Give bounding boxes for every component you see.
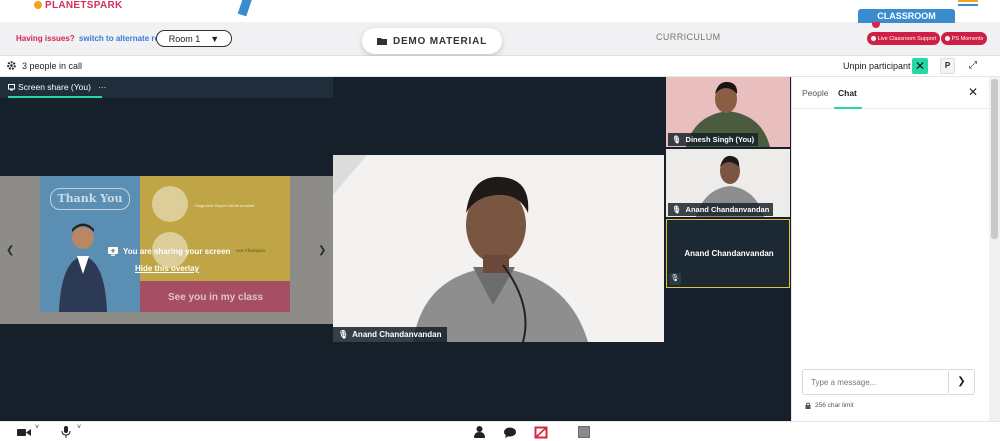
mic-options-chevron-icon[interactable]: ˅ [77, 424, 81, 431]
send-icon[interactable]: ❯ [949, 369, 975, 395]
gear-icon[interactable] [6, 60, 17, 71]
room-select-value: Room 1 [168, 33, 201, 44]
live-support-button[interactable]: Live Classroom Support [867, 32, 940, 45]
screen-share-header: Screen share (You) ··· [0, 77, 333, 98]
screen-icon [8, 83, 15, 90]
hide-overlay-link[interactable]: Hide this overlay [135, 264, 199, 273]
logo-text: PLANETSPARK [45, 0, 123, 11]
whiteboard-off-icon[interactable] [533, 425, 549, 439]
sharing-overlay-message: You are sharing your screen [108, 247, 230, 256]
logo-dot-icon [34, 1, 42, 10]
teacher-photo [59, 223, 107, 312]
ps-moments-button[interactable]: PS Moments [941, 32, 987, 45]
live-support-label: Live Classroom Support [877, 35, 937, 42]
panel-tabs: People Chat ✕ [792, 77, 1000, 109]
people-count: 3 people in call [22, 61, 83, 71]
demo-material-label: DEMO MATERIAL [392, 35, 488, 47]
share-screen-icon [108, 247, 118, 256]
video-nameplate-dinesh: 🎙 Dinesh Singh (You) [668, 133, 759, 146]
call-info-bar: 3 people in call Unpin participant ✕ P ⤢ [0, 56, 1000, 77]
room-select[interactable]: Room 1 ▼ [156, 30, 232, 47]
fullscreen-icon[interactable]: ⤢ [965, 58, 981, 74]
screen-share-label: Screen share (You) [18, 82, 91, 92]
classroom-indicator [872, 22, 880, 28]
caret-down-icon: ▼ [210, 33, 220, 44]
video-tile-anand-placeholder[interactable]: Anand Chandanvandan 🎙 [666, 219, 790, 288]
chat-message-input[interactable] [802, 369, 949, 395]
decorative-arc-graphic [237, 0, 252, 17]
folder-icon [376, 38, 387, 45]
lock-icon [805, 402, 811, 409]
side-panel: People Chat ✕ ❯ 256 char limit [791, 77, 1000, 421]
menu-icon[interactable] [958, 0, 978, 8]
unpin-participant-button[interactable]: ✕ [912, 58, 928, 74]
diagnostic-icon [152, 186, 188, 222]
main-video-tile[interactable]: 🎙 Anand Chandanvandan [333, 155, 664, 342]
char-limit-note: 256 char limit [805, 402, 854, 409]
shared-slide: Thank You Diagnostic Report will be emai… [0, 176, 333, 324]
video-nameplate-anand: 🎙 Anand Chandanvandan [668, 203, 774, 216]
support-icon [870, 36, 876, 41]
main-video-name: Anand Chandanvandan [352, 330, 442, 339]
moments-icon [944, 36, 950, 41]
mic-icon: 🎙 [669, 273, 681, 285]
camera-options-chevron-icon[interactable]: ˅ [35, 424, 39, 431]
mic-off-icon: 🎙 [672, 205, 682, 214]
ps-moments-label: PS Moments [951, 35, 984, 42]
issues-notice: Having issues? switch to alternate room [16, 34, 171, 43]
slide-thank-you: Thank You [50, 188, 130, 210]
mic-off-icon: 🎙 [338, 330, 349, 339]
brand-strip: PLANETSPARK [0, 0, 1000, 22]
video-tile-anand[interactable]: 🎙 Anand Chandanvandan [666, 149, 790, 217]
char-limit-text: 256 char limit [815, 402, 854, 409]
slide-champion-text: nce Champion [236, 248, 266, 253]
more-options-icon[interactable]: ··· [98, 82, 107, 92]
video-stage: Screen share (You) ··· Thank You Diagnos… [0, 77, 791, 421]
tab-people[interactable]: People [802, 88, 828, 98]
brand-logo[interactable]: PLANETSPARK [34, 0, 123, 11]
slide-diagnostic-text: Diagnostic Report will be emailed [195, 203, 255, 208]
video-center-name: Anand Chandanvandan [684, 249, 774, 258]
issues-text: Having issues? [16, 34, 75, 43]
classroom-tab[interactable]: CLASSROOM [858, 9, 955, 23]
camera-icon[interactable] [16, 425, 32, 439]
active-tab-underline [8, 96, 102, 98]
pin-p-button[interactable]: P [940, 58, 955, 74]
video-tile-dinesh[interactable]: 🎙 Dinesh Singh (You) [666, 77, 790, 147]
video-name-dinesh: Dinesh Singh (You) [685, 135, 755, 144]
tab-chat[interactable]: Chat [838, 88, 857, 98]
close-icon: ✕ [914, 59, 926, 73]
demo-material-button[interactable]: DEMO MATERIAL [362, 28, 502, 54]
close-icon[interactable]: ✕ [968, 85, 978, 99]
curriculum-tab[interactable]: CURRICULUM [656, 32, 721, 42]
video-call-app: PLANETSPARK Having issues? switch to alt… [0, 0, 1000, 441]
unpin-participant-label: Unpin participant [843, 61, 911, 71]
active-tab-underline [834, 107, 862, 109]
slide-see-you: See you in my class [168, 292, 264, 303]
bottom-toolbar: ˅ ˅ [0, 421, 1000, 441]
mic-icon: 🎙 [672, 135, 682, 144]
header-bar: Having issues? switch to alternate room … [0, 9, 1000, 56]
main-video-person [333, 155, 664, 342]
sharing-message-text: You are sharing your screen [123, 247, 231, 256]
stop-icon[interactable] [576, 425, 592, 439]
chat-icon[interactable] [502, 425, 518, 439]
main-video-nameplate: 🎙 Anand Chandanvandan [333, 327, 447, 342]
page-scrollbar[interactable] [989, 77, 1000, 421]
video-name-anand: Anand Chandanvandan [685, 205, 770, 214]
slide-next-icon[interactable]: ❯ [318, 245, 326, 256]
screen-share-title[interactable]: Screen share (You) ··· [8, 82, 106, 92]
slide-prev-icon[interactable]: ❮ [6, 245, 14, 256]
mic-icon[interactable] [58, 425, 74, 439]
person-icon[interactable] [471, 425, 487, 439]
scrollbar-thumb[interactable] [991, 79, 998, 239]
